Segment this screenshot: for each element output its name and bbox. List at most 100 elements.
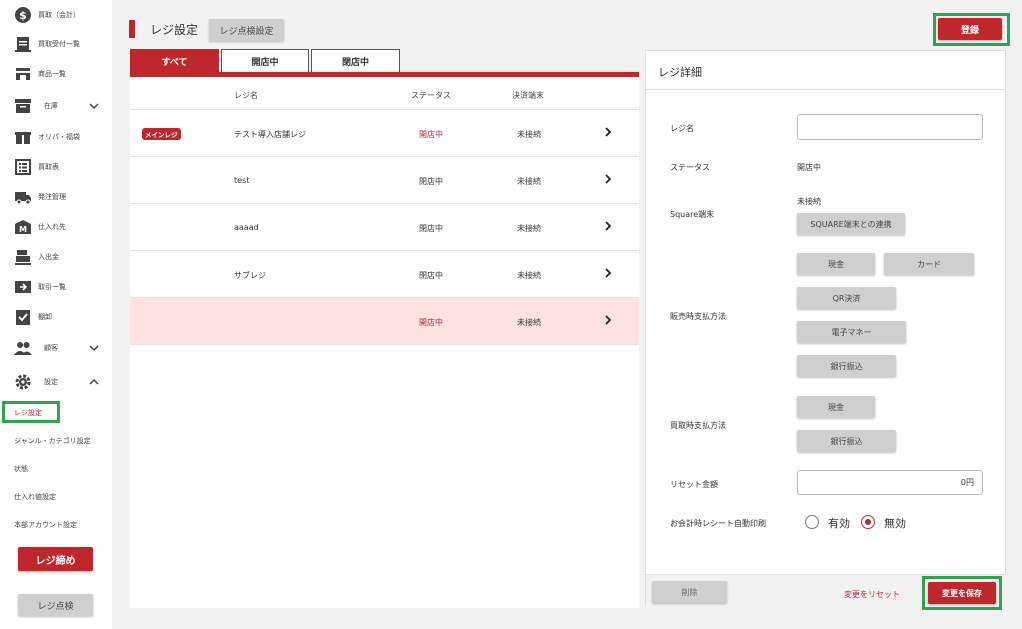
square-label: Square端末 [670, 210, 715, 219]
chevron-up-icon[interactable] [88, 376, 100, 388]
register-terminal: 未接続 [517, 177, 541, 186]
delete-button[interactable]: 削除 [652, 581, 727, 603]
check-register-button[interactable]: レジ点検 [18, 594, 93, 616]
chevron-down-icon[interactable] [88, 342, 100, 354]
highlight-save-button [922, 576, 1002, 610]
sidebar-item-label: 仕入れ先 [38, 223, 66, 231]
sidebar-sub-condition[interactable]: 状態 [14, 464, 28, 474]
tab-all[interactable]: すべて [130, 49, 219, 73]
purchase-payment-bank-button[interactable]: 銀行振込 [797, 430, 896, 452]
register-terminal: 未接続 [517, 130, 541, 139]
reset-changes-link[interactable]: 変更をリセット [844, 589, 900, 600]
highlight-register-button [933, 13, 1010, 46]
sidebar-item-orders[interactable]: 発注管理 [14, 185, 110, 209]
register-status: 開店中 [419, 318, 443, 327]
name-label: レジ名 [670, 124, 694, 133]
table-row[interactable]: aaaad 閉店中 未接続 [130, 204, 639, 251]
sidebar-item-customers[interactable]: 顧客 [14, 336, 110, 360]
sidebar-item-cash-in-out[interactable]: 入出金 [14, 245, 110, 269]
table-row[interactable]: test 閉店中 未接続 [130, 157, 639, 204]
archive-icon [14, 97, 32, 115]
sidebar-item-label: 商品一覧 [38, 70, 66, 78]
status-value: 開店中 [797, 163, 821, 172]
sidebar-sub-genre-category[interactable]: ジャンル・カテゴリ設定 [14, 436, 91, 446]
sidebar-item-label: 買取受付一覧 [38, 40, 80, 48]
register-name: test [234, 176, 250, 185]
inspection-settings-button[interactable]: レジ点検設定 [209, 19, 284, 41]
column-header-status: ステータス [411, 91, 451, 100]
sidebar-item-inventory[interactable]: 在庫 [14, 94, 110, 118]
register-status: 開店中 [419, 130, 443, 139]
sidebar-sub-hq-account[interactable]: 本部アカウント設定 [14, 520, 77, 530]
chevron-right-icon[interactable] [604, 221, 612, 231]
truck-icon [14, 188, 32, 206]
chevron-right-icon[interactable] [604, 127, 612, 137]
chevron-right-icon[interactable] [604, 268, 612, 278]
close-register-button[interactable]: レジ締め [18, 547, 93, 571]
sidebar-item-products[interactable]: 商品一覧 [14, 62, 110, 86]
register-name-input[interactable] [797, 114, 983, 140]
receipt-disabled-radio[interactable] [861, 515, 875, 529]
status-label: ステータス [670, 163, 710, 172]
purchase-payment-cash-button[interactable]: 現金 [797, 396, 875, 418]
sidebar-item-label: 入出金 [38, 253, 59, 261]
svg-text:M: M [19, 225, 27, 234]
sale-payment-qr-button[interactable]: QR決済 [797, 287, 896, 309]
square-status-value: 未接続 [797, 197, 821, 206]
sidebar-item-purchase-checkout[interactable]: $ 買取（会計） [14, 3, 110, 27]
sidebar-item-label: 発注管理 [38, 193, 66, 201]
tab-open[interactable]: 開店中 [221, 49, 309, 73]
transfer-icon [14, 278, 32, 296]
tab-closed[interactable]: 閉店中 [311, 49, 400, 73]
sidebar-item-purchase-reception[interactable]: 買取受付一覧 [14, 32, 110, 56]
square-connect-button[interactable]: SQUARE端末との連携 [797, 213, 905, 235]
detail-divider [646, 89, 1006, 90]
sale-payment-emoney-button[interactable]: 電子マネー [797, 321, 906, 343]
sale-payment-label: 販売時支払方法 [670, 312, 726, 321]
chevron-right-icon[interactable] [604, 174, 612, 184]
reset-amount-input[interactable]: 0円 [797, 470, 983, 495]
highlight-register-settings [2, 401, 60, 423]
register-name: aaaad [234, 223, 259, 232]
list-icon [14, 158, 32, 176]
chevron-right-icon[interactable] [604, 315, 612, 325]
sale-payment-cash-button[interactable]: 現金 [797, 253, 875, 275]
chevron-down-icon[interactable] [88, 100, 100, 112]
sidebar-item-transactions[interactable]: 取引一覧 [14, 275, 110, 299]
gift-icon [14, 128, 32, 146]
register-name: サブレジ [234, 271, 266, 280]
receipt-enabled-label: 有効 [828, 517, 850, 530]
sidebar-item-label: 取引一覧 [38, 283, 66, 291]
sidebar-item-label: オリパ・福袋 [38, 133, 80, 141]
sidebar-item-label: 買取（会計） [38, 11, 80, 19]
table-row[interactable]: サブレジ 閉店中 未接続 [130, 251, 639, 298]
receipt-disabled-label: 無効 [884, 517, 906, 530]
column-header-name: レジ名 [234, 91, 258, 100]
register-status: 閉店中 [419, 177, 443, 186]
register-icon [14, 248, 32, 266]
sidebar-sub-purchase-price[interactable]: 仕入れ値設定 [14, 492, 56, 502]
sidebar-item-suppliers[interactable]: M 仕入れ先 [14, 215, 110, 239]
factory-icon: M [14, 218, 32, 236]
sidebar-item-label: 買取表 [38, 163, 59, 171]
checklist-icon [14, 308, 32, 326]
table-row[interactable]: メインレジ テスト導入店舗レジ 開店中 未接続 [130, 110, 639, 157]
sale-payment-bank-button[interactable]: 銀行振込 [797, 355, 896, 377]
sidebar-item-settings[interactable]: 設定 [14, 370, 110, 394]
sidebar-item-stocktaking[interactable]: 棚卸 [14, 305, 110, 329]
svg-text:$: $ [19, 9, 27, 22]
sale-payment-card-button[interactable]: カード [884, 253, 974, 275]
sidebar-item-label: 在庫 [44, 102, 58, 110]
people-icon [14, 339, 32, 357]
sidebar-item-lucky-bag[interactable]: オリパ・福袋 [14, 125, 110, 149]
reset-amount-label: リセット金額 [670, 480, 718, 489]
purchase-payment-label: 買取時支払方法 [670, 421, 726, 430]
table-row-selected[interactable]: 開店中 未接続 [130, 298, 639, 345]
sidebar-item-purchase-list[interactable]: 買取表 [14, 155, 110, 179]
register-terminal: 未接続 [517, 271, 541, 280]
sidebar: $ 買取（会計） 買取受付一覧 商品一覧 在庫 オリパ・福袋 買取表 発注管理 … [0, 0, 112, 629]
sidebar-item-label: 設定 [44, 378, 58, 386]
register-name: テスト導入店舗レジ [234, 130, 306, 139]
main-register-badge: メインレジ [142, 128, 181, 140]
receipt-enabled-radio[interactable] [805, 515, 819, 529]
